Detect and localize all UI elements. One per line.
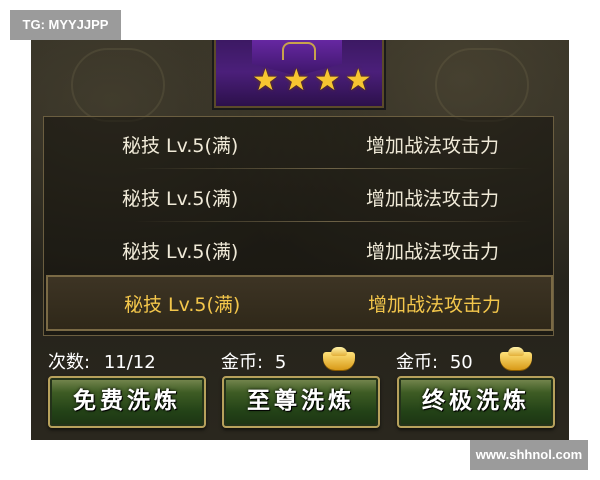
supreme-cost-value: 5 — [274, 352, 287, 373]
star-icon: ★ — [344, 63, 372, 98]
gold-ingot-icon — [323, 347, 355, 370]
supreme-cost: 金币: 5 — [221, 348, 286, 374]
emblem-mark-icon — [282, 42, 316, 60]
attribute-row-1[interactable]: 秘技 Lv.5(满) 增加战法攻击力 — [44, 117, 553, 169]
skill-card[interactable]: ★ ★ ★ ★ — [212, 40, 386, 110]
attribute-effect: 增加战法攻击力 — [366, 188, 500, 210]
supreme-cost-label: 金币: — [221, 352, 264, 373]
ultimate-cost-value: 50 — [449, 352, 473, 373]
free-refine-button[interactable]: 免费洗炼 — [48, 376, 206, 428]
divider — [134, 221, 533, 222]
star-icon: ★ — [252, 63, 279, 98]
attribute-name: 秘技 Lv.5(满) — [122, 241, 239, 263]
attribute-name: 秘技 Lv.5(满) — [122, 188, 239, 210]
attribute-row-3[interactable]: 秘技 Lv.5(满) 增加战法攻击力 — [44, 223, 553, 275]
ultimate-cost: 金币: 50 — [396, 348, 473, 374]
background-ornament — [435, 48, 529, 122]
watermark-tg: TG: MYYJJPP — [10, 10, 121, 40]
attribute-effect: 增加战法攻击力 — [366, 241, 500, 263]
refine-panel: ★ ★ ★ ★ 秘技 Lv.5(满) 增加战法攻击力 秘技 Lv.5(满) 增加… — [31, 40, 569, 440]
attribute-list: 秘技 Lv.5(满) 增加战法攻击力 秘技 Lv.5(满) 增加战法攻击力 秘技… — [43, 116, 554, 336]
watermark-site: www.shhnol.com — [470, 440, 588, 470]
background-ornament — [71, 48, 165, 122]
attribute-row-2[interactable]: 秘技 Lv.5(满) 增加战法攻击力 — [44, 170, 553, 222]
attribute-name: 秘技 Lv.5(满) — [122, 135, 239, 157]
ultimate-cost-label: 金币: — [396, 352, 439, 373]
supreme-refine-button[interactable]: 至尊洗炼 — [222, 376, 380, 428]
attribute-row-4-selected[interactable]: 秘技 Lv.5(满) 增加战法攻击力 — [46, 275, 553, 331]
attribute-name: 秘技 Lv.5(满) — [124, 294, 241, 316]
divider — [134, 168, 533, 169]
free-count: 次数: 11/12 — [48, 348, 156, 374]
star-icon: ★ — [282, 63, 310, 98]
gold-ingot-icon — [500, 347, 532, 370]
star-icon: ★ — [313, 63, 341, 98]
ultimate-refine-button[interactable]: 终极洗炼 — [397, 376, 555, 428]
free-count-label: 次数: — [48, 352, 91, 373]
attribute-effect: 增加战法攻击力 — [366, 135, 500, 157]
free-count-value: 11/12 — [103, 352, 156, 373]
attribute-effect: 增加战法攻击力 — [368, 294, 502, 316]
star-rating: ★ ★ ★ ★ — [252, 66, 372, 96]
